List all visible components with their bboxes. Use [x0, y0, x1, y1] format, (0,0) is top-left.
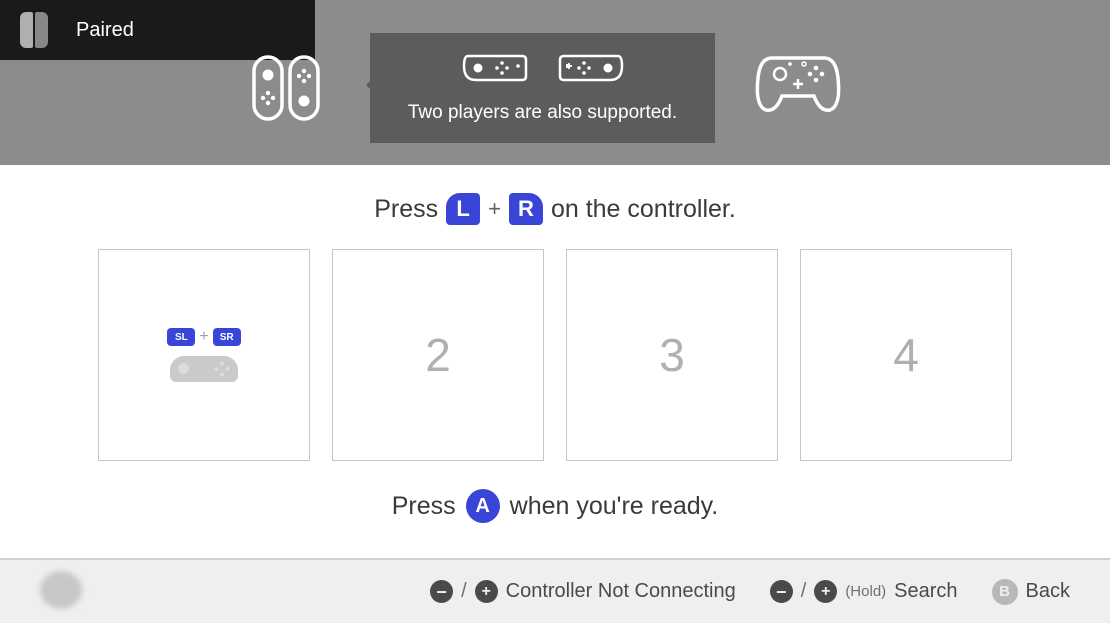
joycon-left-sideways-icon	[462, 52, 528, 90]
press-lr-prefix: Press	[374, 195, 438, 224]
player-slot-4[interactable]: 4	[800, 249, 1012, 461]
footer-label: Back	[1026, 580, 1070, 603]
b-button-icon: B	[992, 579, 1018, 605]
slot-number: 4	[893, 328, 919, 382]
r-button-icon: R	[509, 193, 543, 225]
hold-label: (Hold)	[845, 583, 886, 600]
player-slot-1[interactable]: SL + SR	[98, 249, 310, 461]
press-a-suffix: when you're ready.	[510, 492, 719, 521]
sl-button-icon: SL	[167, 328, 195, 346]
slot-number: 2	[425, 328, 451, 382]
l-button-icon: L	[446, 193, 480, 225]
pro-controller-icon[interactable]	[752, 50, 844, 121]
joycon-pair-icon[interactable]	[250, 55, 322, 126]
joycon-right-sideways-icon	[558, 52, 624, 90]
player-slot-3[interactable]: 3	[566, 249, 778, 461]
paired-label: Paired	[76, 19, 134, 42]
plus-icon: +	[814, 580, 837, 603]
two-player-tooltip: Two players are also supported.	[370, 33, 715, 143]
footer-bar: − / + Controller Not Connecting − / + (H…	[0, 558, 1110, 623]
minus-icon: −	[430, 580, 453, 603]
sr-button-icon: SR	[213, 328, 241, 346]
plus-icon: +	[475, 580, 498, 603]
joycon-sideways-icon	[170, 356, 238, 382]
press-lr-suffix: on the controller.	[551, 195, 736, 224]
joycon-mini-icon	[20, 12, 48, 48]
plus-icon: +	[488, 196, 501, 222]
main-content: Press L + R on the controller. SL + SR 2…	[0, 165, 1110, 558]
avatar	[40, 571, 82, 609]
slot-number: 3	[659, 328, 685, 382]
footer-label: Search	[894, 580, 957, 603]
back-button[interactable]: B Back	[992, 579, 1070, 605]
search-button[interactable]: − / + (Hold) Search	[770, 580, 958, 603]
minus-icon: −	[770, 580, 793, 603]
controller-not-connecting-button[interactable]: − / + Controller Not Connecting	[430, 580, 736, 603]
player-slots: SL + SR 2 3 4	[98, 249, 1012, 461]
press-a-prefix: Press	[392, 492, 456, 521]
tooltip-text: Two players are also supported.	[408, 102, 677, 124]
footer-label: Controller Not Connecting	[506, 580, 736, 603]
plus-icon: +	[199, 328, 208, 346]
controller-type-header: Paired	[0, 0, 1110, 165]
a-button-icon: A	[466, 489, 500, 523]
player-slot-2[interactable]: 2	[332, 249, 544, 461]
press-lr-instruction: Press L + R on the controller.	[374, 193, 736, 225]
press-a-instruction: Press A when you're ready.	[392, 489, 719, 523]
